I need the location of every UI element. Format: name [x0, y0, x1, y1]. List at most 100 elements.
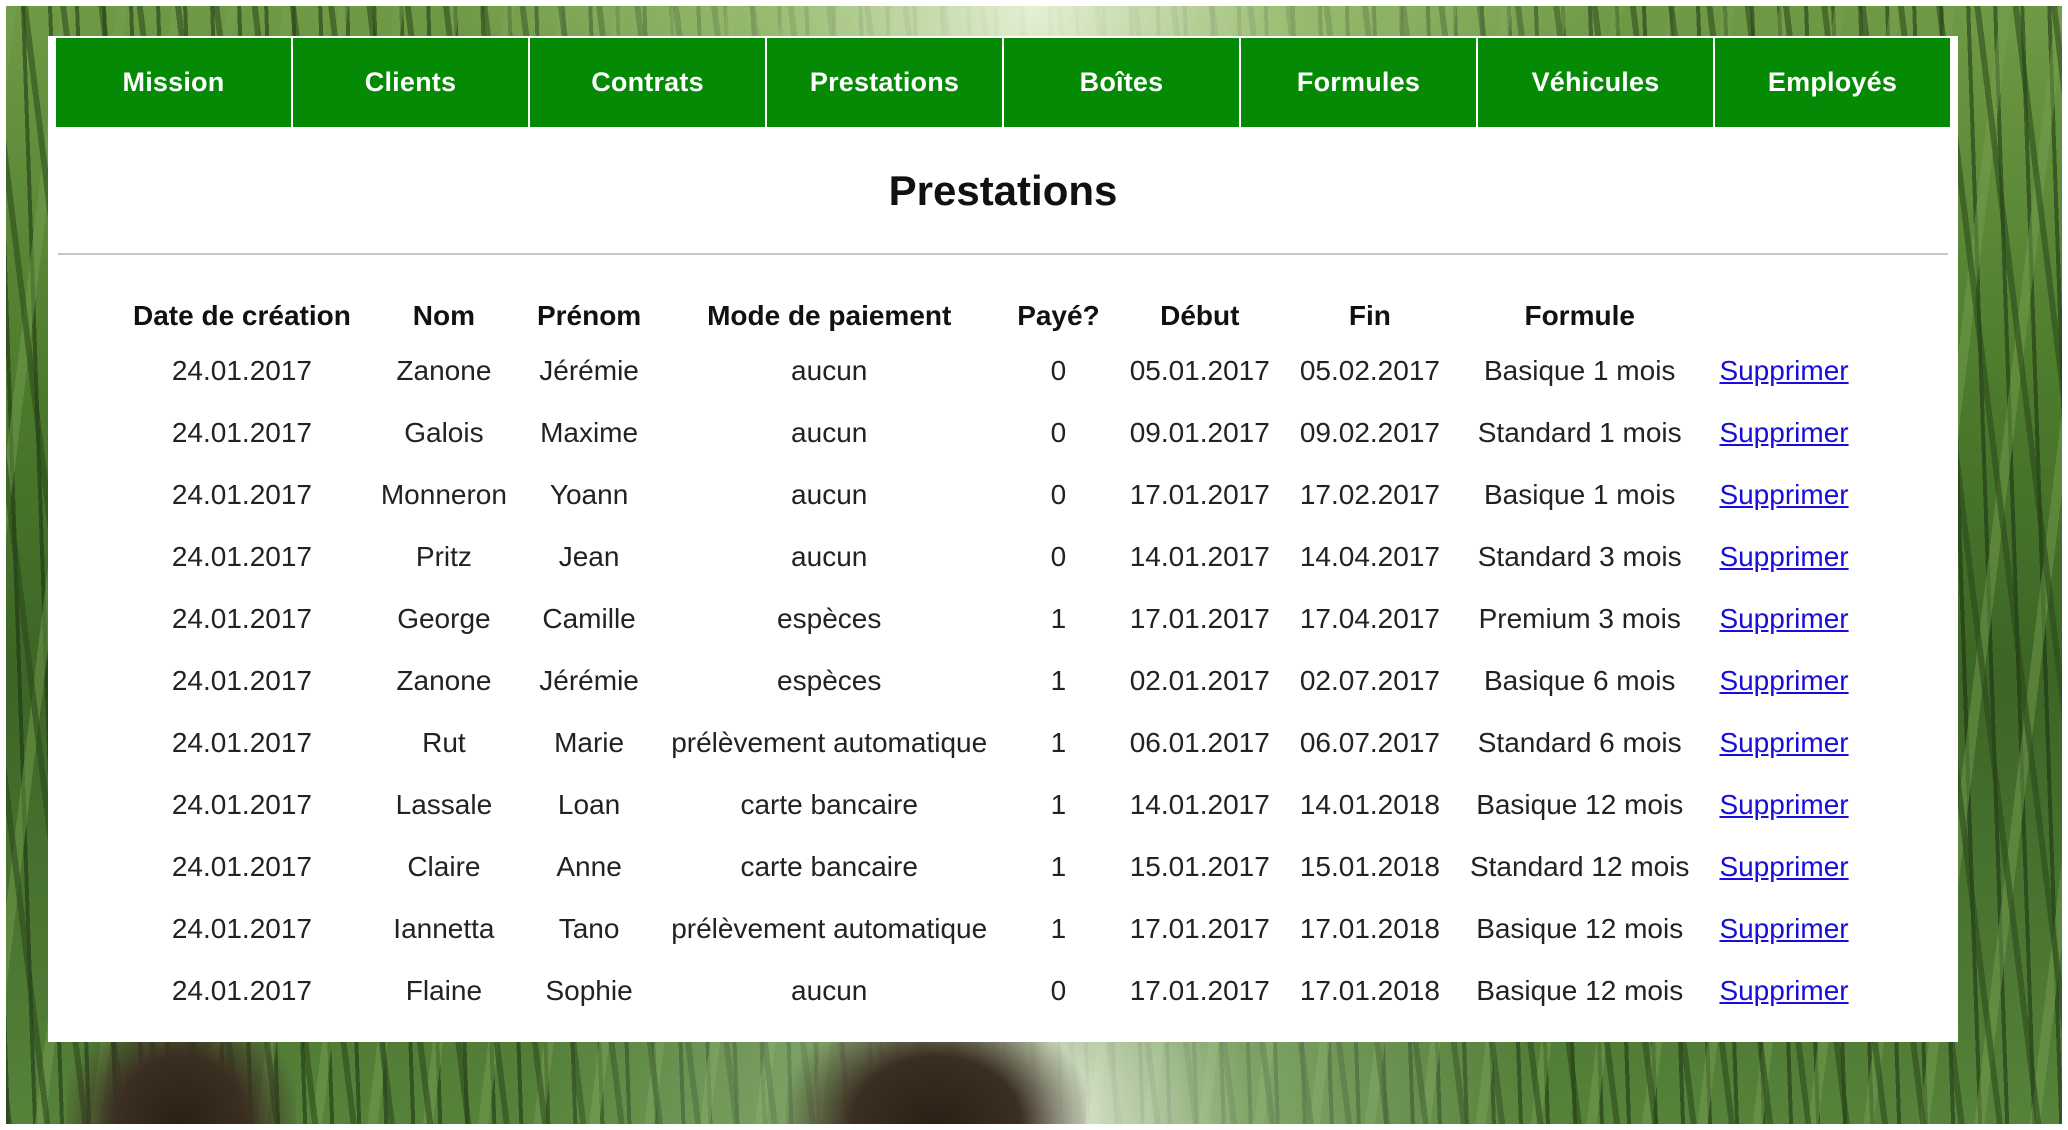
- cell-nom: Galois: [404, 417, 484, 448]
- cell-action: Supprimer: [1704, 712, 1863, 774]
- cell-prenom: Tano: [558, 913, 620, 944]
- table-row: 24.01.2017 Monneron Yoann aucun 0 17.01.2017 1…: [118, 464, 1864, 526]
- delete-link[interactable]: Supprimer: [1719, 665, 1848, 696]
- delete-link[interactable]: Supprimer: [1719, 355, 1848, 386]
- cell-paye: 0: [1050, 355, 1067, 386]
- nav-item-mission[interactable]: Mission: [56, 38, 293, 127]
- cell-formule: Standard 1 mois: [1477, 417, 1682, 448]
- cell-paye: 1: [1050, 851, 1067, 882]
- cell-prenom: Marie: [554, 727, 625, 758]
- nav-item-employes[interactable]: Employés: [1715, 38, 1950, 127]
- cell-paye: 1: [1050, 789, 1067, 820]
- cell-nom: Zanone: [396, 665, 492, 696]
- nav-item-boites[interactable]: Boîtes: [1004, 38, 1241, 127]
- cell-prenom: Jean: [558, 541, 620, 572]
- delete-link[interactable]: Supprimer: [1719, 789, 1848, 820]
- column-header-action: [1704, 292, 1863, 340]
- cell-mode-paiement: prélèvement automatique: [671, 913, 988, 944]
- cell-nom: Rut: [422, 727, 466, 758]
- cell-prenom: Camille: [542, 603, 636, 634]
- column-header-formule: Formule: [1524, 300, 1635, 331]
- page-title: Prestations: [888, 167, 1118, 214]
- nav-item-clients[interactable]: Clients: [293, 38, 530, 127]
- delete-link[interactable]: Supprimer: [1719, 603, 1848, 634]
- title-divider: [58, 253, 1948, 255]
- cell-formule: Basique 12 mois: [1476, 789, 1684, 820]
- cell-debut: 17.01.2017: [1129, 913, 1270, 944]
- cell-action: Supprimer: [1704, 836, 1863, 898]
- nav-item-vehicules[interactable]: Véhicules: [1478, 38, 1715, 127]
- cell-fin: 14.04.2017: [1299, 541, 1440, 572]
- delete-link[interactable]: Supprimer: [1719, 479, 1848, 510]
- cell-mode-paiement: carte bancaire: [740, 851, 918, 882]
- table-row: 24.01.2017 Zanone Jérémie aucun 0 05.01.2017 0…: [118, 340, 1864, 402]
- cell-fin: 02.07.2017: [1299, 665, 1440, 696]
- delete-link[interactable]: Supprimer: [1719, 913, 1848, 944]
- cell-action: Supprimer: [1704, 774, 1863, 836]
- table-row: 24.01.2017 Pritz Jean aucun 0 14.01.2017 14.04…: [118, 526, 1864, 588]
- cell-formule: Standard 6 mois: [1477, 727, 1682, 758]
- table-row: 24.01.2017 Flaine Sophie aucun 0 17.01.2017 17…: [118, 960, 1864, 1022]
- cell-nom: Monneron: [380, 479, 507, 510]
- cell-paye: 0: [1050, 975, 1067, 1006]
- delete-link[interactable]: Supprimer: [1719, 541, 1848, 572]
- column-header-nom: Nom: [412, 300, 476, 331]
- prestations-table: Date de création Nom Prénom Mode de paie…: [118, 292, 1864, 1022]
- cell-formule: Premium 3 mois: [1478, 603, 1681, 634]
- cell-action: Supprimer: [1704, 960, 1863, 1022]
- cell-mode-paiement: aucun: [791, 417, 868, 448]
- cell-debut: 15.01.2017: [1129, 851, 1270, 882]
- cell-date: 24.01.2017: [171, 913, 312, 944]
- nav-item-formules[interactable]: Formules: [1241, 38, 1478, 127]
- cell-formule: Basique 12 mois: [1476, 913, 1684, 944]
- delete-link[interactable]: Supprimer: [1719, 975, 1848, 1006]
- delete-link[interactable]: Supprimer: [1719, 851, 1848, 882]
- cell-paye: 1: [1050, 665, 1067, 696]
- column-header-paye: Payé?: [1017, 300, 1100, 331]
- column-header-prenom: Prénom: [536, 300, 642, 331]
- nav-item-contrats[interactable]: Contrats: [530, 38, 767, 127]
- cell-debut: 17.01.2017: [1129, 479, 1270, 510]
- cell-paye: 1: [1050, 727, 1067, 758]
- cell-date: 24.01.2017: [171, 417, 312, 448]
- cell-fin: 09.02.2017: [1299, 417, 1440, 448]
- cell-prenom: Maxime: [540, 417, 639, 448]
- cell-prenom: Loan: [557, 789, 621, 820]
- delete-link[interactable]: Supprimer: [1719, 727, 1848, 758]
- cell-paye: 1: [1050, 913, 1067, 944]
- cell-nom: Pritz: [415, 541, 472, 572]
- cell-action: Supprimer: [1704, 650, 1863, 712]
- cell-formule: Basique 1 mois: [1483, 479, 1676, 510]
- cell-mode-paiement: espèces: [777, 665, 882, 696]
- table-row: 24.01.2017 Iannetta Tano prélèvement automa…: [118, 898, 1864, 960]
- cell-mode-paiement: aucun: [791, 975, 868, 1006]
- cell-fin: 05.02.2017: [1299, 355, 1440, 386]
- cell-date: 24.01.2017: [171, 727, 312, 758]
- cell-date: 24.01.2017: [171, 975, 312, 1006]
- cell-mode-paiement: espèces: [777, 603, 882, 634]
- column-header-mode: Mode de paiement: [707, 300, 952, 331]
- table-row: 24.01.2017 Lassale Loan carte bancaire 1 14.0…: [118, 774, 1864, 836]
- cell-mode-paiement: aucun: [791, 541, 868, 572]
- table-row: 24.01.2017 Zanone Jérémie espèces 1 02.01.201…: [118, 650, 1864, 712]
- cell-paye: 0: [1050, 417, 1067, 448]
- cell-action: Supprimer: [1704, 898, 1863, 960]
- cell-fin: 06.07.2017: [1299, 727, 1440, 758]
- delete-link[interactable]: Supprimer: [1719, 417, 1848, 448]
- cell-nom: Lassale: [395, 789, 493, 820]
- column-header-debut: Début: [1160, 300, 1240, 331]
- table-row: 24.01.2017 Galois Maxime aucun 0 09.01.2017 09…: [118, 402, 1864, 464]
- cell-date: 24.01.2017: [171, 665, 312, 696]
- cell-prenom: Anne: [556, 851, 622, 882]
- nav-item-prestations[interactable]: Prestations: [767, 38, 1004, 127]
- cell-nom: Flaine: [405, 975, 483, 1006]
- cell-formule: Basique 1 mois: [1483, 355, 1676, 386]
- cell-debut: 09.01.2017: [1129, 417, 1270, 448]
- cell-fin: 14.01.2018: [1299, 789, 1440, 820]
- cell-fin: 17.04.2017: [1299, 603, 1440, 634]
- cell-paye: 0: [1050, 479, 1067, 510]
- cell-paye: 1: [1050, 603, 1067, 634]
- table-row: 24.01.2017 Claire Anne carte bancaire 1 15.01…: [118, 836, 1864, 898]
- cell-formule: Basique 6 mois: [1483, 665, 1676, 696]
- cell-debut: 02.01.2017: [1129, 665, 1270, 696]
